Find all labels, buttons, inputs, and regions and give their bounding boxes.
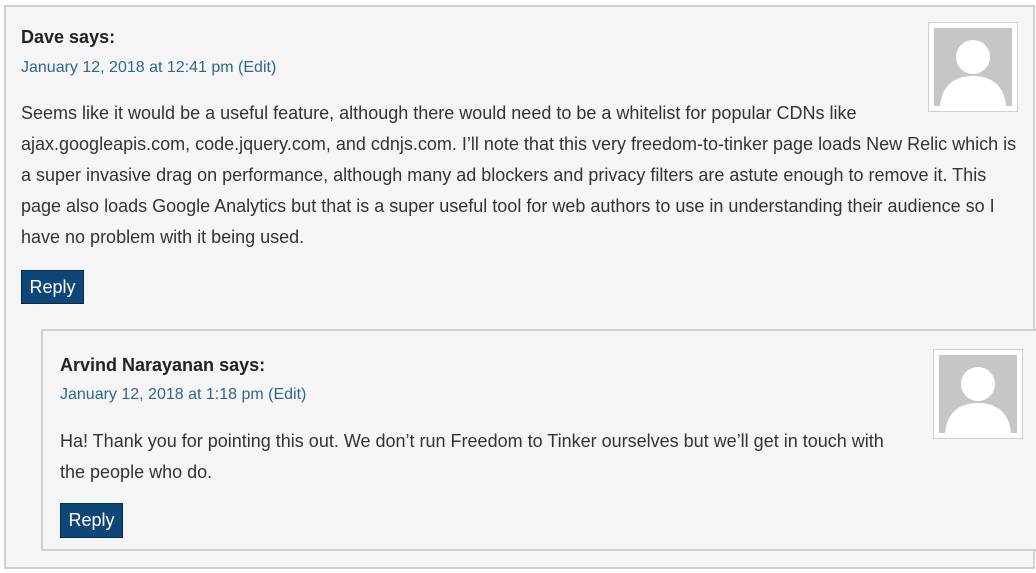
- comment-body: Ha! Thank you for pointing this out. We …: [60, 431, 884, 482]
- comment-date-link[interactable]: January 12, 2018 at 12:41 pm: [21, 59, 234, 76]
- comment-author-name: Dave: [21, 27, 65, 47]
- comment-author-name: Arvind Narayanan: [60, 355, 215, 375]
- comment-says-label: says:: [69, 27, 116, 47]
- reply-button[interactable]: Reply: [60, 503, 123, 538]
- comment-author: Dave says:: [21, 27, 115, 48]
- comment-author: Arvind Narayanan says:: [60, 355, 265, 376]
- comment-arvind-narayanan: Arvind Narayanan says: January 12, 2018 …: [41, 329, 1036, 551]
- avatar: [933, 349, 1023, 439]
- reply-button[interactable]: Reply: [21, 270, 84, 304]
- default-person-avatar-icon: [939, 355, 1017, 433]
- comment-edit-link[interactable]: (Edit): [268, 386, 306, 403]
- avatar: [928, 22, 1018, 112]
- comment-dave: Dave says: January 12, 2018 at 12:41 pm …: [4, 5, 1036, 569]
- comment-meta: January 12, 2018 at 1:18 pm (Edit): [60, 386, 306, 404]
- default-person-avatar-icon: [934, 28, 1012, 106]
- comment-date-link[interactable]: January 12, 2018 at 1:18 pm: [60, 386, 264, 403]
- comment-meta: January 12, 2018 at 12:41 pm (Edit): [21, 59, 276, 77]
- comment-body: Seems like it would be a useful feature,…: [21, 103, 1017, 247]
- comment-says-label: says:: [219, 355, 266, 375]
- comment-edit-link[interactable]: (Edit): [238, 59, 276, 76]
